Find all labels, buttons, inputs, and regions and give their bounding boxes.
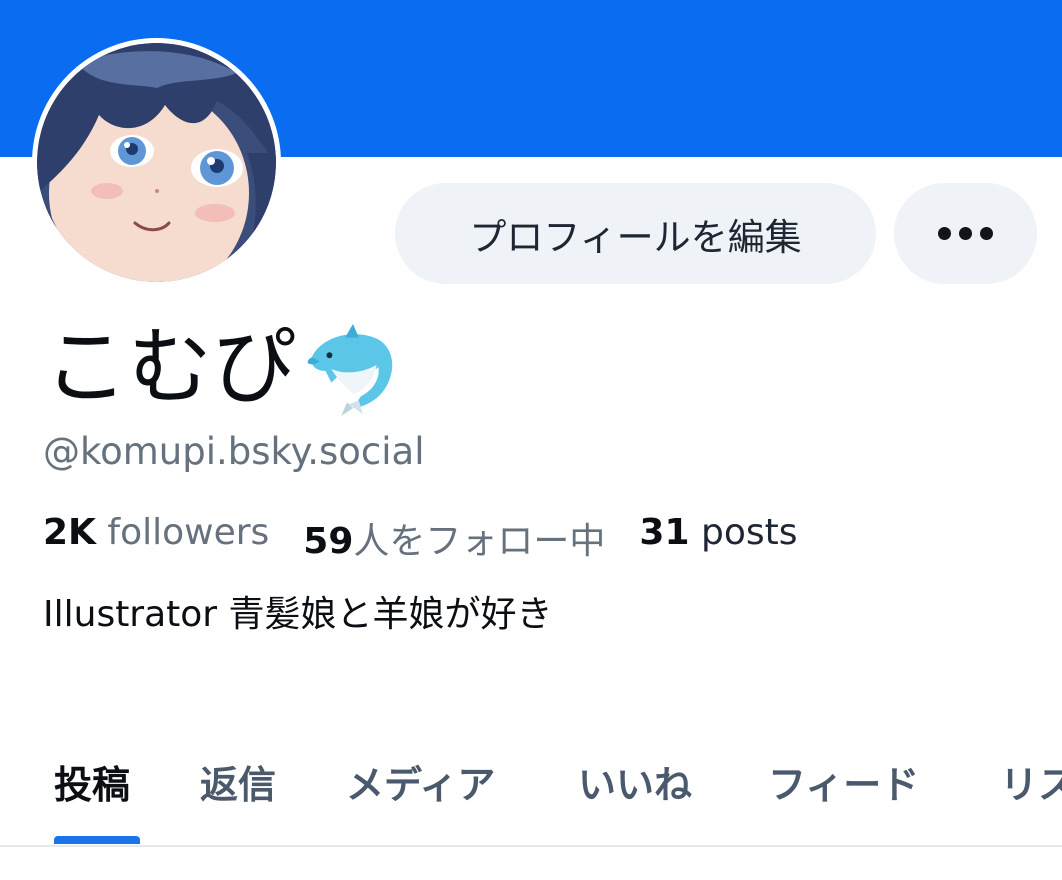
ellipsis-icon xyxy=(980,227,993,240)
posts-stat: 31 posts xyxy=(639,512,797,564)
following-count: 59 xyxy=(303,521,354,562)
profile-stats: 2K followers 59人をフォロー中 31 posts xyxy=(43,512,798,564)
posts-label: posts xyxy=(700,512,798,553)
followers-count: 2K xyxy=(43,512,96,553)
more-options-button[interactable] xyxy=(894,183,1037,284)
ellipsis-icon xyxy=(959,227,972,240)
posts-count: 31 xyxy=(639,512,690,553)
avatar[interactable] xyxy=(32,38,281,287)
tab-lists[interactable]: リス xyxy=(1000,754,1062,809)
dolphin-emoji-icon xyxy=(307,323,393,416)
active-tab-indicator xyxy=(54,836,140,844)
followers-label: followers xyxy=(107,512,270,553)
edit-profile-button[interactable]: プロフィールを編集 xyxy=(395,183,876,284)
following-stat[interactable]: 59人をフォロー中 xyxy=(303,512,605,564)
tab-replies[interactable]: 返信 xyxy=(200,754,276,809)
profile-bio: Illustrator 青髪娘と羊娘が好き xyxy=(43,594,553,635)
ellipsis-icon xyxy=(938,227,951,240)
user-handle[interactable]: @komupi.bsky.social xyxy=(43,430,425,473)
tabs-divider xyxy=(0,845,1062,847)
tab-likes[interactable]: いいね xyxy=(578,754,692,809)
tab-feeds[interactable]: フィード xyxy=(768,754,919,809)
followers-stat[interactable]: 2K followers xyxy=(43,512,269,564)
display-name-text: こむぴ xyxy=(44,318,297,416)
avatar-illustration xyxy=(37,43,276,282)
following-label: 人をフォロー中 xyxy=(353,521,606,562)
display-name: こむぴ xyxy=(44,312,400,422)
profile-tabs: 投稿 返信 メディア いいね フィード リス xyxy=(0,740,1062,844)
tab-media[interactable]: メディア xyxy=(346,754,495,809)
profile-screen: プロフィールを編集 こむぴ @komupi.bsky.social 2K fol… xyxy=(0,0,1062,880)
tab-posts[interactable]: 投稿 xyxy=(54,754,130,809)
